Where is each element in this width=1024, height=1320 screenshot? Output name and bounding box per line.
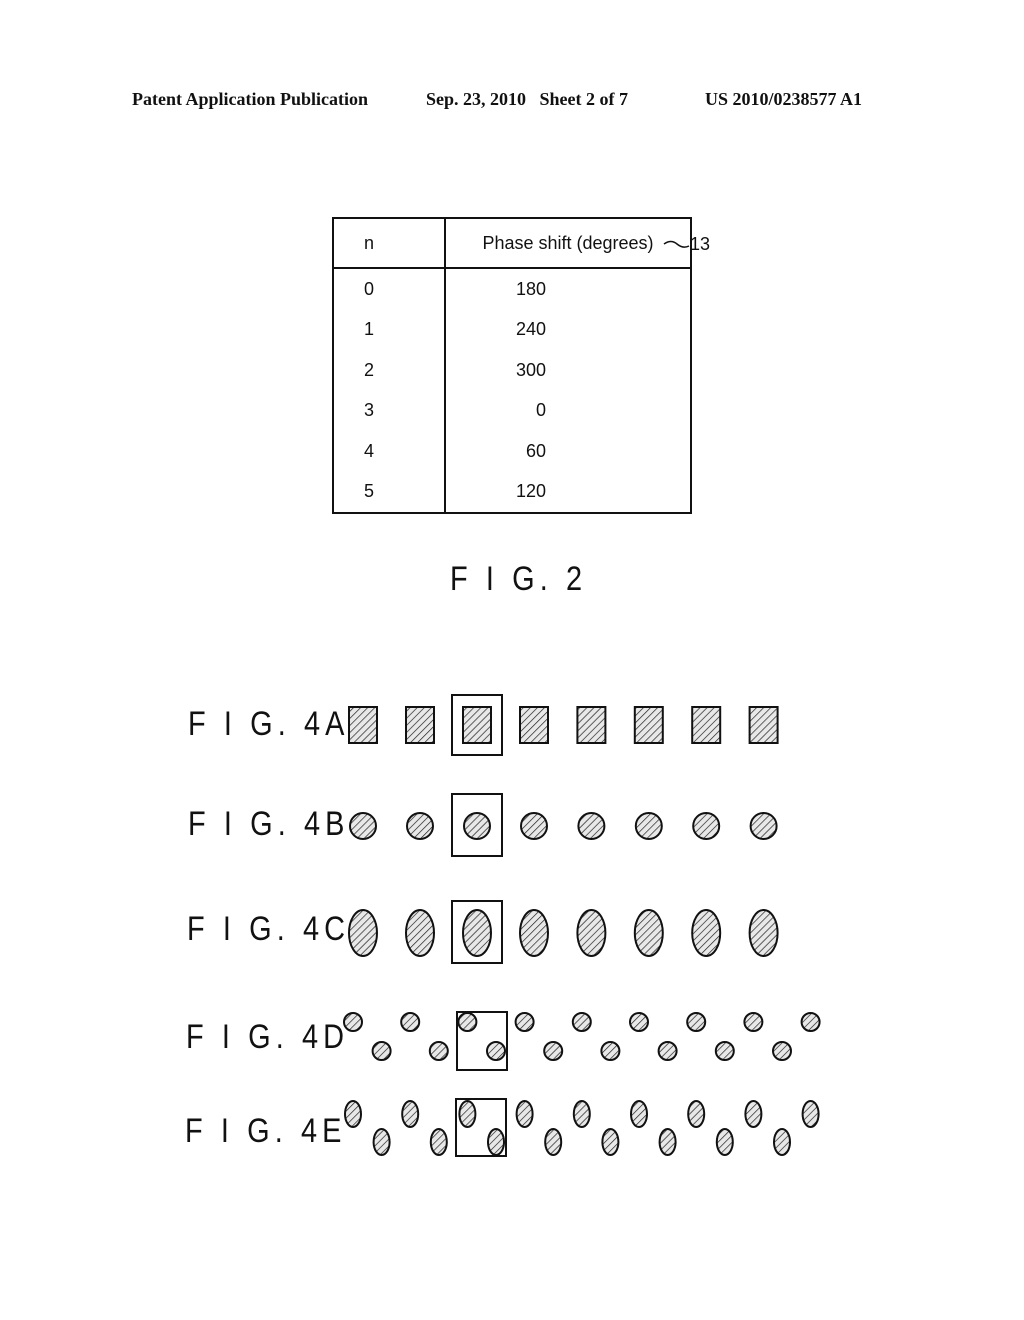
- hatched-circle: [629, 1012, 649, 1032]
- hatched-circle: [486, 1041, 506, 1061]
- hatched-circle: [349, 812, 377, 840]
- hatched-circle: [634, 812, 663, 840]
- hatched-ellipse: [601, 1128, 620, 1156]
- hatched-ellipse: [687, 1100, 706, 1128]
- hatched-ellipse: [515, 1100, 534, 1128]
- hatched-circle: [520, 812, 548, 840]
- figure-4-drawings: [343, 694, 821, 1157]
- hatched-ellipse: [348, 909, 378, 957]
- hatched-ellipse: [715, 1128, 734, 1156]
- hatched-ellipse: [458, 1100, 477, 1128]
- hatched-ellipse: [405, 909, 435, 957]
- hatched-rectangle: [576, 706, 607, 744]
- hatched-ellipse: [633, 909, 664, 957]
- hatched-circle: [514, 1012, 535, 1032]
- hatched-ellipse: [630, 1100, 648, 1128]
- hatched-circle: [371, 1041, 392, 1061]
- hatched-circle: [749, 812, 778, 840]
- hatched-ellipse: [658, 1128, 677, 1156]
- hatched-circle: [463, 812, 491, 840]
- hatched-circle: [743, 1012, 764, 1032]
- hatched-ellipse: [401, 1100, 420, 1128]
- hatched-ellipse: [544, 1128, 563, 1156]
- hatched-rectangle: [462, 706, 492, 744]
- hatched-circle: [600, 1041, 621, 1061]
- hatched-circle: [686, 1012, 707, 1032]
- hatched-circle: [657, 1041, 678, 1061]
- hatched-rectangle: [348, 706, 378, 744]
- hatched-ellipse: [744, 1100, 763, 1128]
- hatched-ellipse: [429, 1128, 448, 1156]
- hatched-circle: [571, 1012, 592, 1032]
- hatched-ellipse: [462, 909, 492, 957]
- hatched-ellipse: [519, 909, 549, 957]
- hatched-circle: [428, 1041, 449, 1061]
- hatched-rectangle: [405, 706, 435, 744]
- hatched-rectangle: [633, 706, 664, 744]
- hatched-circle: [800, 1012, 821, 1032]
- hatched-ellipse: [801, 1100, 820, 1128]
- hatched-ellipse: [691, 909, 722, 957]
- hatched-ellipse: [773, 1128, 791, 1156]
- hatched-ellipse: [576, 909, 607, 957]
- hatched-circle: [400, 1012, 421, 1032]
- hatched-rectangle: [519, 706, 549, 744]
- hatched-rectangle: [748, 706, 779, 744]
- hatched-ellipse: [344, 1100, 362, 1128]
- hatched-circle: [577, 812, 606, 840]
- hatched-circle: [406, 812, 434, 840]
- hatched-circle: [692, 812, 721, 840]
- hatched-rectangle: [691, 706, 722, 744]
- hatched-ellipse: [748, 909, 779, 957]
- hatched-ellipse: [487, 1128, 505, 1156]
- hatched-circle: [343, 1012, 363, 1032]
- hatched-circle: [457, 1012, 478, 1032]
- hatched-circle: [714, 1041, 735, 1061]
- hatched-ellipse: [572, 1100, 591, 1128]
- hatched-circle: [772, 1041, 792, 1061]
- hatched-circle: [543, 1041, 564, 1061]
- hatched-ellipse: [372, 1128, 391, 1156]
